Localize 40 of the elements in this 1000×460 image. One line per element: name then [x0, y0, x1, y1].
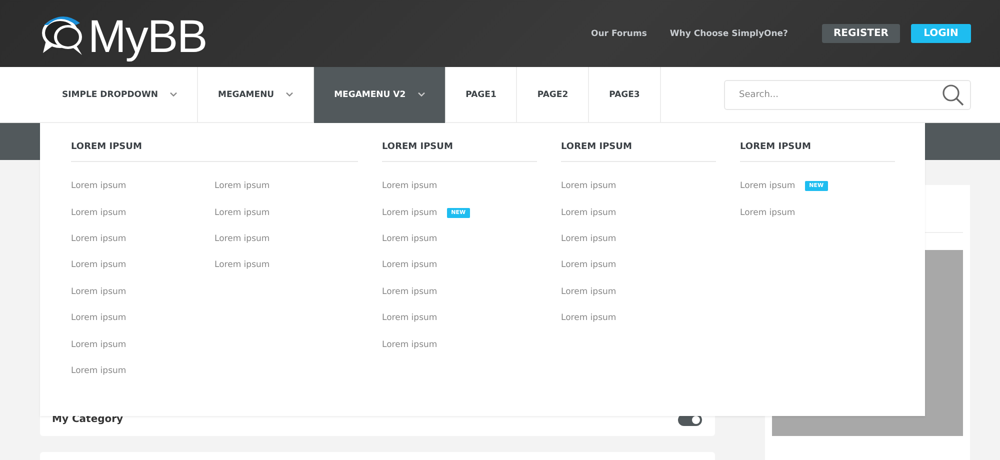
menu-link[interactable]: Lorem ipsum [214, 181, 270, 192]
menu-link[interactable]: Lorem ipsum [740, 208, 796, 218]
menu-link[interactable]: Lorem ipsum [71, 260, 126, 270]
menu-link[interactable]: Lorem ipsum [71, 340, 126, 350]
menu-link[interactable]: Lorem ipsum [561, 208, 616, 218]
menu-link[interactable]: Lorem ipsum [71, 366, 126, 376]
menu-link[interactable]: Lorem ipsum [214, 260, 270, 270]
register-button[interactable]: REGISTER [822, 24, 900, 43]
search-icon [942, 84, 964, 106]
menu-link[interactable]: Lorem ipsum [561, 286, 616, 297]
menu-link[interactable]: Lorem ipsum [382, 313, 438, 324]
menu-link[interactable]: Lorem ipsum [71, 313, 126, 324]
login-button[interactable]: LOGIN [911, 24, 971, 43]
menu-link[interactable]: Lorem ipsum [382, 208, 438, 218]
menu-link[interactable]: Lorem ipsum [561, 181, 616, 192]
menu-link[interactable]: Lorem ipsum [214, 208, 270, 218]
header-link[interactable]: Our Forums [591, 28, 647, 38]
menu-link[interactable]: Lorem ipsum [740, 181, 796, 192]
menu-link[interactable]: Lorem ipsum [382, 181, 438, 192]
column-heading: LOREM IPSUM [740, 141, 895, 162]
menu-link[interactable]: Lorem ipsum [71, 286, 126, 297]
banner-strip [0, 123, 40, 160]
menu-link[interactable]: Lorem ipsum [382, 234, 438, 244]
menu-link[interactable]: Lorem ipsum [214, 234, 270, 244]
menu-link[interactable]: Lorem ipsum [71, 208, 126, 218]
menu-link[interactable]: Lorem ipsum [382, 286, 438, 297]
search-field[interactable]: Search... [724, 80, 971, 110]
menu-link[interactable]: Lorem ipsum [71, 234, 126, 244]
menu-link[interactable]: Lorem ipsum [561, 234, 616, 244]
menu-link[interactable]: Lorem ipsum [561, 313, 616, 324]
nav-tab[interactable]: MEGAMENU V2 [314, 66, 446, 122]
menu-link[interactable]: Lorem ipsum [382, 260, 438, 270]
column-heading: LOREM IPSUM [382, 141, 537, 162]
column-heading: LOREM IPSUM [71, 141, 358, 162]
site-logo[interactable]: MyBB [88, 10, 207, 60]
menu-link[interactable]: Lorem ipsum [71, 181, 126, 192]
menu-link[interactable]: Lorem ipsum [382, 340, 438, 350]
column-heading: LOREM IPSUM [561, 141, 716, 162]
header-link[interactable]: Why Choose SimplyOne? [670, 28, 788, 38]
menu-link[interactable]: Lorem ipsum [561, 260, 616, 270]
